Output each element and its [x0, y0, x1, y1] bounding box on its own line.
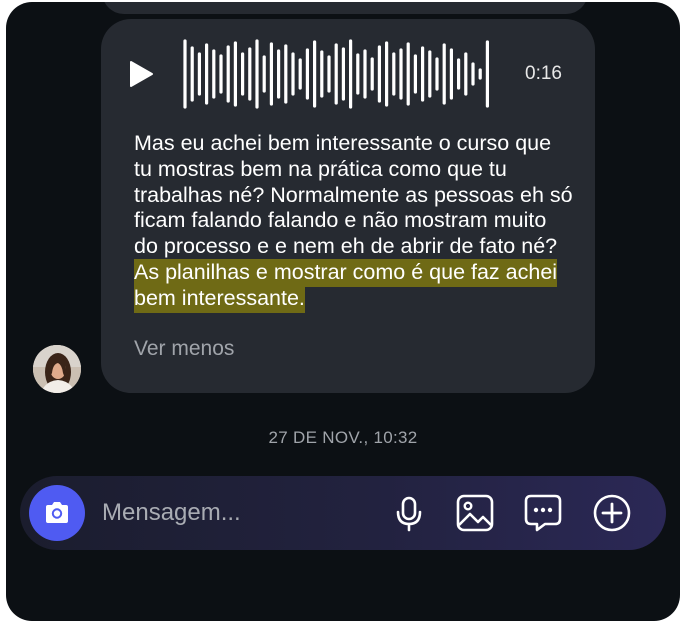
gallery-button[interactable]	[455, 493, 495, 533]
see-less-link[interactable]: Ver menos	[134, 337, 234, 361]
play-icon	[130, 61, 153, 87]
audio-duration: 0:16	[525, 63, 562, 84]
transcript-text: Mas eu achei bem interessante o curso qu…	[134, 131, 574, 313]
transcript-highlight: As planilhas e mostrar como é que faz ac…	[134, 258, 558, 313]
camera-icon	[46, 502, 68, 523]
voice-message-bubble[interactable]: 0:16 Mas eu achei bem interessante o cur…	[101, 19, 595, 393]
plus-circle-icon	[593, 494, 631, 532]
camera-button[interactable]	[29, 485, 85, 541]
transcript-plain: Mas eu achei bem interessante o curso qu…	[134, 131, 573, 259]
sticker-button[interactable]	[523, 493, 563, 533]
play-button[interactable]	[125, 59, 155, 89]
microphone-icon	[396, 496, 422, 532]
avatar-photo	[33, 345, 81, 393]
microphone-button[interactable]	[389, 493, 429, 533]
previous-message-bubble[interactable]	[102, 2, 588, 14]
avatar[interactable]	[33, 345, 81, 393]
image-icon	[456, 494, 494, 532]
audio-waveform[interactable]	[181, 39, 501, 109]
message-composer	[20, 476, 666, 550]
add-button[interactable]	[592, 493, 632, 533]
message-timestamp: 27 DE NOV., 10:32	[268, 428, 418, 447]
message-input[interactable]	[102, 493, 362, 533]
sticker-icon	[524, 494, 562, 532]
chat-screen: 0:16 Mas eu achei bem interessante o cur…	[6, 2, 680, 621]
